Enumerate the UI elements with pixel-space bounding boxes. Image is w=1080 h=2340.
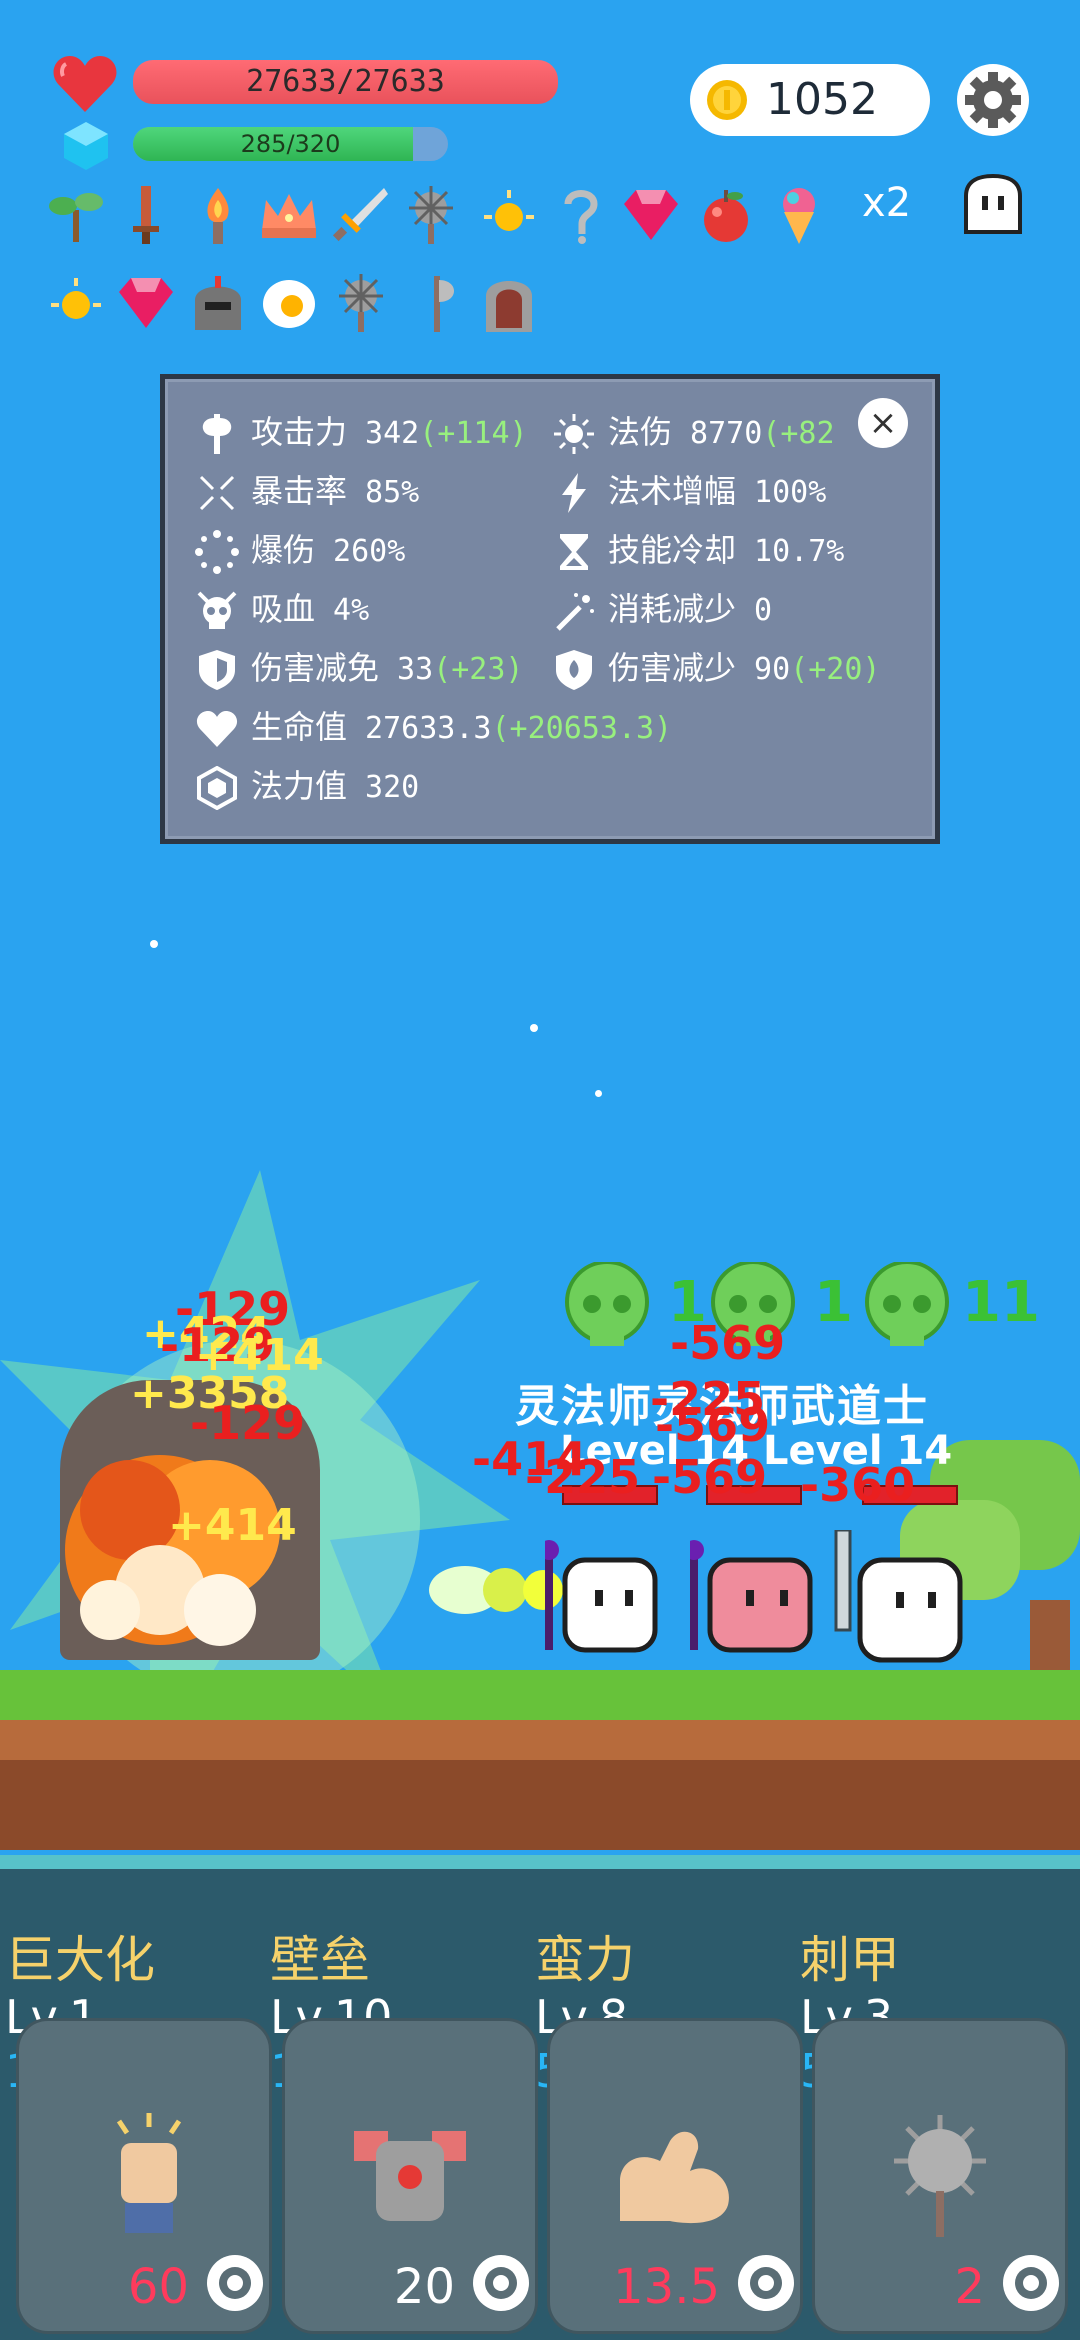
heart-icon — [196, 711, 238, 747]
shield-icon — [199, 650, 235, 690]
ruby-icon[interactable] — [620, 184, 682, 246]
skull-count: 11 — [962, 1270, 1040, 1335]
skill-card-brute-force[interactable]: 13.5 — [547, 2018, 803, 2334]
skill-name: 壁垒 — [270, 1931, 370, 1989]
skill-cooldown: 60 — [127, 2259, 189, 2315]
ruby-icon[interactable] — [115, 272, 177, 334]
damage-number: -569 — [670, 1316, 786, 1370]
stat-lifesteal: 吸血 4% — [195, 585, 369, 633]
muscle-icon — [620, 2131, 729, 2224]
ghost-icon[interactable] — [960, 172, 1026, 238]
heart-icon — [53, 56, 117, 112]
tombstone-icon[interactable] — [478, 272, 540, 334]
armor-icon — [354, 2131, 466, 2221]
cooldown-icon — [473, 2255, 529, 2311]
lightning-icon — [562, 473, 586, 513]
sapling-icon[interactable] — [45, 184, 107, 246]
stat-attack: 攻击力 342(+114) — [195, 408, 528, 456]
skill-name: 刺甲 — [800, 1931, 900, 1989]
ground-soil — [0, 1760, 1080, 1850]
skull-count: 1 — [814, 1270, 853, 1335]
sparkle — [530, 1024, 538, 1032]
stat-magic-damage: 法伤 8770(+82 — [552, 408, 835, 456]
stat-spell-amp: 法术增幅 100% — [552, 467, 826, 515]
spiked-ball-icon — [894, 2115, 986, 2237]
skill-cooldown: 13.5 — [613, 2259, 720, 2315]
tree-trunk — [1030, 1600, 1070, 1670]
stat-health: 生命值 27633.3(+20653.3) — [195, 703, 672, 751]
damage-number: -569 — [655, 1398, 771, 1452]
helmet-icon[interactable] — [187, 272, 249, 334]
ground-grass — [0, 1670, 1080, 1720]
skull-icon — [865, 1262, 949, 1346]
hp-text: 27633/27633 — [246, 64, 445, 99]
damage-number: -360 — [800, 1458, 916, 1512]
sword-icon[interactable] — [115, 184, 177, 246]
stat-damage-decrease: 伤害减少 90(+20) — [552, 644, 880, 692]
magic-wand-icon — [556, 593, 594, 631]
crosshair-icon — [199, 475, 235, 511]
skill-cooldown: 2 — [954, 2259, 985, 2315]
cooldown-icon — [1003, 2255, 1059, 2311]
mana-gem-icon — [64, 122, 108, 170]
sun-icon — [554, 414, 594, 454]
coin-amount: 1052 — [766, 74, 878, 125]
shield-flame-icon — [556, 650, 592, 690]
skill-card-thorns[interactable]: 2 — [812, 2018, 1068, 2334]
skill-name: 蛮力 — [535, 1931, 635, 1989]
stat-crit-rate: 暴击率 85% — [195, 467, 419, 515]
skill-card-bulwark[interactable]: 20 — [282, 2018, 538, 2334]
skull-horns-icon — [197, 591, 237, 629]
hourglass-icon — [560, 534, 588, 570]
ground-dirt — [0, 1720, 1080, 1760]
stat-mana: 法力值 320 — [195, 762, 419, 810]
cooldown-icon — [738, 2255, 794, 2311]
fist-icon — [116, 2113, 182, 2233]
coin-icon — [707, 80, 747, 120]
skill-bar-edge — [0, 1855, 1080, 1869]
sparkle — [595, 1090, 602, 1097]
item-multiplier: x2 — [862, 180, 912, 226]
enemy-mage-pink[interactable] — [690, 1540, 820, 1670]
sun-gem-icon[interactable] — [478, 184, 540, 246]
skill-name: 巨大化 — [5, 1931, 155, 1989]
broadsword-icon[interactable] — [328, 184, 390, 246]
axe-icon[interactable] — [405, 272, 467, 334]
cooldown-icon — [207, 2255, 263, 2311]
skill-cooldown: 20 — [393, 2259, 455, 2315]
crown-icon[interactable] — [258, 184, 320, 246]
skill-card-giant[interactable]: 60 — [16, 2018, 272, 2334]
enemy-mage[interactable] — [545, 1540, 665, 1670]
spiked-mace-icon[interactable] — [330, 272, 392, 334]
mp-text: 285/320 — [240, 130, 341, 158]
skull-icon — [565, 1262, 649, 1346]
apple-icon[interactable] — [695, 184, 757, 246]
damage-number: -225 — [525, 1450, 641, 1504]
fried-egg-icon[interactable] — [258, 272, 320, 334]
ice-cream-icon[interactable] — [768, 184, 830, 246]
burst-icon — [195, 530, 239, 574]
close-button[interactable]: × — [858, 398, 908, 448]
sparkle — [150, 940, 158, 948]
spiked-mace-icon[interactable] — [400, 184, 462, 246]
axe-icon — [202, 414, 232, 454]
heal-number: +414 — [168, 1500, 297, 1551]
damage-number: -569 — [652, 1450, 768, 1504]
sun-gem-icon[interactable] — [45, 272, 107, 334]
stat-damage-reduction: 伤害减免 33(+23) — [195, 644, 523, 692]
hook-icon[interactable] — [550, 184, 612, 246]
stat-cooldown: 技能冷却 10.7% — [552, 526, 844, 574]
hexagon-gem-icon — [197, 766, 237, 810]
stat-cost-reduce: 消耗减少 0 — [552, 585, 772, 633]
damage-number: -129 — [190, 1396, 306, 1450]
enemy-warrior[interactable] — [830, 1530, 970, 1670]
torch-icon[interactable] — [187, 184, 249, 246]
stat-crit-damage: 爆伤 260% — [195, 526, 405, 574]
gear-icon[interactable] — [955, 62, 1031, 138]
